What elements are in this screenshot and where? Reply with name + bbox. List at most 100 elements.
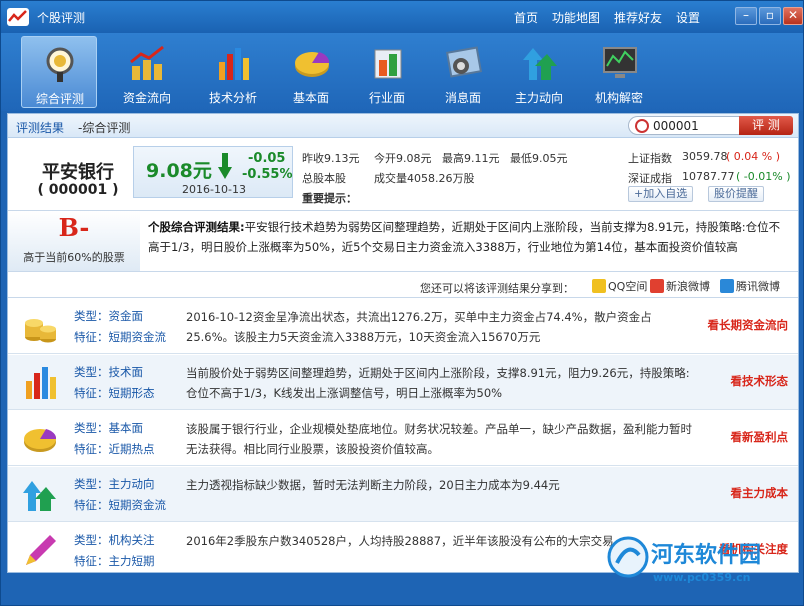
- tool-comprehensive-eval[interactable]: 综合评测: [21, 36, 97, 108]
- pen-icon: [26, 535, 56, 565]
- evaluation-result: B- 高于当前60%的股票 个股综合评测结果:平安银行技术趋势为弱势区间整理趋势…: [8, 210, 798, 272]
- share-bar: 您还可以将该评测结果分享到： QQ空间 新浪微博 腾讯微博: [8, 274, 798, 298]
- low-price: 最低9.05元: [510, 152, 568, 165]
- nav-function-map[interactable]: 功能地图: [552, 9, 600, 26]
- price-change-pct: -0.55%: [242, 167, 293, 182]
- important-tip-label: 重要提示：: [302, 192, 357, 205]
- evaluate-button[interactable]: 评 测: [739, 116, 793, 135]
- row-action-link[interactable]: 看技术形态: [731, 373, 789, 389]
- tool-label: 消息面: [444, 91, 481, 105]
- row-action-link[interactable]: 看新盈利点: [731, 429, 789, 445]
- share-sina-weibo[interactable]: 新浪微博: [650, 278, 710, 294]
- row-action-link[interactable]: 看主力成本: [731, 485, 789, 501]
- watermark: 河东软件园 www.pc0359.cn: [607, 531, 803, 601]
- tool-label: 资金流向: [122, 91, 171, 105]
- prev-close: 昨收9.13元: [302, 152, 360, 165]
- result-title: 个股综合评测结果:: [148, 220, 245, 234]
- share-prompt: 您还可以将该评测结果分享到：: [420, 282, 574, 295]
- row-description: 2016-10-12资金呈净流出状态，共流出1276.2万，买单中主力资金占74…: [186, 310, 652, 344]
- watermark-url: www.pc0359.cn: [653, 571, 751, 584]
- watermark-text: 河东软件园: [651, 542, 762, 568]
- grade-percentile: 高于当前60%的股票: [23, 251, 125, 264]
- row-feature: 特征：短期资金流: [74, 498, 166, 512]
- price-change: -0.05: [248, 151, 286, 166]
- main-toolbar: 综合评测 资金流向 技术分析 基本面 行业面 消息面 主力动向 机构解密: [1, 33, 803, 111]
- index-change: ( -0.01% ): [736, 170, 791, 183]
- nav-settings[interactable]: 设置: [676, 9, 700, 26]
- share-label: 腾讯微博: [736, 280, 780, 293]
- bar-chart-icon: [26, 367, 56, 399]
- list-item: 类型：主力动向 特征：短期资金流 主力透视指标缺少数据，暂时无法判断主力阶段，2…: [8, 467, 798, 522]
- share-tencent-weibo[interactable]: 腾讯微博: [720, 278, 780, 294]
- row-type: 类型：机构关注: [74, 533, 155, 547]
- tool-news[interactable]: 消息面: [425, 36, 501, 108]
- price-box: 9.08元 -0.05 -0.55% 2016-10-13: [133, 146, 293, 198]
- grade-box: B- 高于当前60%的股票: [8, 211, 140, 271]
- list-item: 类型：资金面 特征：短期资金流 2016-10-12资金呈净流出状态，共流出12…: [8, 299, 798, 354]
- current-price: 9.08元: [146, 160, 212, 182]
- tool-industry[interactable]: 行业面: [349, 36, 425, 108]
- content-panel: 评测结果 -综合评测 评 测 平安银行 ( 000001 ) 9.08元 -0.…: [7, 113, 799, 573]
- minimize-button[interactable]: –: [735, 7, 757, 25]
- down-arrow-icon: [218, 153, 232, 179]
- index-name: 上证指数: [628, 152, 672, 165]
- tool-label: 基本面: [292, 91, 329, 105]
- title-bar[interactable]: 个股评测 首页 功能地图 推荐好友 设置 – ▫ ✕: [1, 1, 803, 33]
- tool-fund-flow[interactable]: 资金流向: [109, 36, 185, 108]
- row-feature: 特征：近期热点: [74, 442, 155, 456]
- window-title: 个股评测: [37, 11, 86, 25]
- watermark-logo-icon: [607, 536, 649, 578]
- row-type: 类型：基本面: [74, 421, 143, 435]
- index-value: 3059.78: [682, 150, 728, 163]
- maximize-button[interactable]: ▫: [759, 7, 781, 25]
- quote-date: 2016-10-13: [182, 183, 246, 196]
- row-description: 当前股价处于弱势区间整理趋势，近期处于区间内上涨阶段，支撑8.91元，阻力9.2…: [186, 366, 690, 400]
- add-watchlist-button[interactable]: +加入自选: [628, 186, 694, 202]
- index-value: 10787.77: [682, 170, 735, 183]
- share-qzone[interactable]: QQ空间: [592, 278, 647, 294]
- index-name: 深证成指: [628, 172, 672, 185]
- list-item: 类型：技术面 特征：短期形态 当前股价处于弱势区间整理趋势，近期处于区间内上涨阶…: [8, 355, 798, 410]
- coins-chart-icon: [130, 45, 164, 80]
- arrows-icon: [23, 481, 56, 511]
- breadcrumb-current: -综合评测: [78, 121, 131, 135]
- row-action-link[interactable]: 看长期资金流向: [708, 317, 789, 333]
- row-feature: 特征：主力短期: [74, 554, 155, 568]
- app-window: 个股评测 首页 功能地图 推荐好友 设置 – ▫ ✕ 综合评测 资金流向 技术分…: [0, 0, 804, 606]
- arrows-icon: [523, 48, 557, 80]
- row-type: 类型：主力动向: [74, 477, 155, 491]
- app-logo-icon: [7, 8, 29, 26]
- nav-recommend-friend[interactable]: 推荐好友: [614, 9, 662, 26]
- pie-icon: [295, 52, 330, 77]
- high-price: 最高9.11元: [442, 152, 500, 165]
- nav-home[interactable]: 首页: [514, 9, 538, 26]
- pie-icon: [24, 429, 57, 452]
- search-icon: [635, 119, 649, 133]
- breadcrumb-result-link[interactable]: 评测结果: [16, 119, 64, 136]
- tool-label: 主力动向: [514, 91, 563, 105]
- tool-main-force[interactable]: 主力动向: [501, 36, 577, 108]
- tool-label: 技术分析: [208, 91, 257, 105]
- tool-label: 机构解密: [594, 91, 643, 105]
- tool-technical-analysis[interactable]: 技术分析: [195, 36, 271, 108]
- tool-label: 行业面: [368, 91, 405, 105]
- grade: B-: [58, 213, 90, 242]
- row-description: 该股属于银行行业，企业规模处垫底地位。财务状况较差。产品单一，缺少产品数据，盈利…: [186, 422, 692, 456]
- coins-icon: [25, 319, 56, 343]
- share-label: 新浪微博: [666, 280, 710, 293]
- stock-code-input[interactable]: [653, 118, 737, 133]
- price-alert-button[interactable]: 股价提醒: [708, 186, 764, 202]
- row-type: 类型：技术面: [74, 365, 143, 379]
- close-button[interactable]: ✕: [783, 7, 803, 25]
- cube-icon: [374, 49, 402, 79]
- row-feature: 特征：短期资金流: [74, 330, 166, 344]
- top-nav: 首页 功能地图 推荐好友 设置: [514, 9, 714, 26]
- monitor-icon: [603, 47, 637, 78]
- magnifier-icon: [46, 47, 74, 82]
- stock-search-box: [628, 116, 740, 135]
- list-item: 类型：基本面 特征：近期热点 该股属于银行行业，企业规模处垫底地位。财务状况较差…: [8, 411, 798, 466]
- tencent-weibo-icon: [720, 279, 734, 293]
- tool-fundamentals[interactable]: 基本面: [273, 36, 349, 108]
- tool-institution[interactable]: 机构解密: [581, 36, 657, 108]
- breadcrumb: 评测结果 -综合评测 评 测: [8, 114, 798, 138]
